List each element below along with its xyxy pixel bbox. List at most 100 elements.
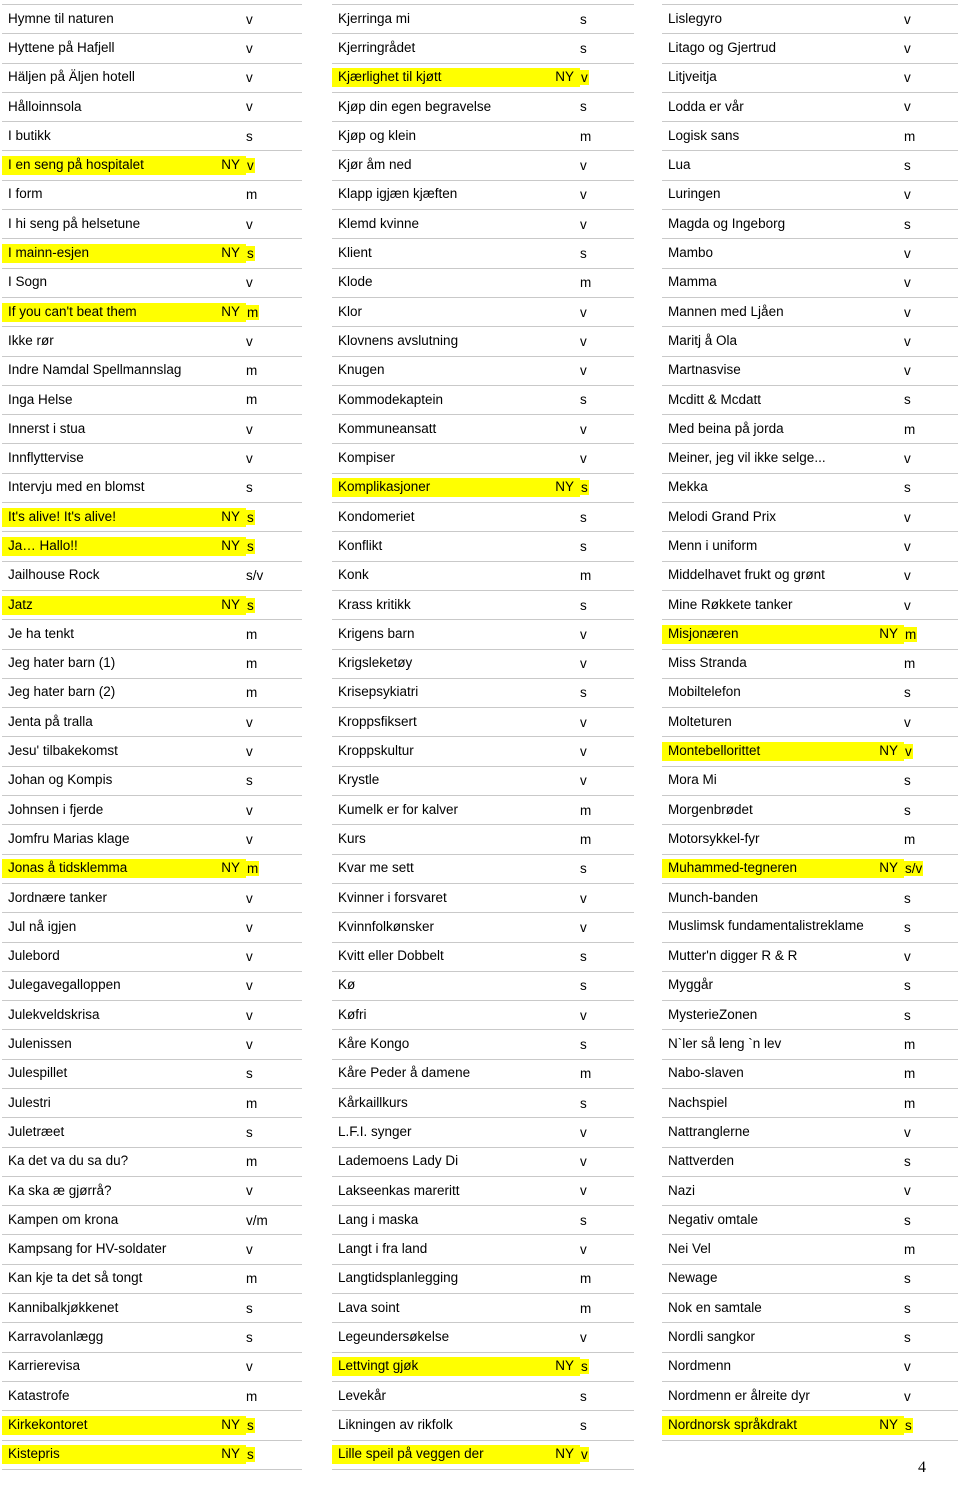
song-category-cell: s bbox=[904, 1146, 958, 1177]
song-title: Logisk sans bbox=[668, 127, 740, 143]
song-category: v bbox=[246, 451, 253, 467]
song-title-cell: Krigens barn bbox=[332, 619, 580, 650]
three-column-layout: Hymne til naturen v Hyttene på Hafjell v Häl… bbox=[0, 3, 960, 1470]
song-category: v bbox=[246, 919, 253, 935]
song-title-cell: Nattverden bbox=[662, 1146, 904, 1177]
new-marker: NY bbox=[879, 743, 898, 759]
song-title-inner: Julespillet bbox=[2, 1064, 246, 1083]
new-marker: NY bbox=[221, 245, 240, 261]
song-category: s bbox=[246, 1447, 255, 1463]
song-title-cell: L.F.I. synger bbox=[332, 1117, 580, 1148]
song-title-inner: Magda og Ingeborg bbox=[662, 215, 904, 234]
song-category-cell: m bbox=[246, 179, 302, 211]
song-title: Kjerringrådet bbox=[338, 39, 416, 55]
song-row: Lava soint m bbox=[332, 1293, 634, 1324]
song-title-cell: Kondomeriet bbox=[332, 502, 580, 533]
song-title: Krystle bbox=[338, 772, 380, 788]
song-category: v bbox=[246, 1359, 253, 1375]
song-title-inner: Innflyttervise bbox=[2, 449, 246, 468]
song-category: v bbox=[246, 216, 253, 232]
song-category-cell: v bbox=[904, 267, 958, 298]
song-category: v bbox=[580, 1124, 587, 1140]
song-category: v bbox=[904, 744, 913, 760]
song-title-cell: Indre Namdal Spellmannslag bbox=[2, 355, 246, 386]
song-title: Jeg hater barn (2) bbox=[8, 684, 116, 700]
song-title-inner: Klode bbox=[332, 273, 580, 292]
song-category-cell: m bbox=[580, 824, 634, 855]
song-row: Jatz NY s bbox=[2, 589, 302, 621]
song-category: v bbox=[904, 1183, 911, 1199]
song-title-inner: I Sogn bbox=[2, 273, 246, 292]
song-title-inner: N`ler så leng `n lev bbox=[662, 1035, 904, 1054]
song-category: s bbox=[904, 1007, 911, 1023]
song-title-cell: I Sogn bbox=[2, 267, 246, 298]
song-category-cell: v bbox=[246, 1029, 302, 1060]
song-category-cell: v bbox=[580, 1117, 634, 1148]
song-category: m bbox=[580, 568, 592, 584]
song-category-cell: v bbox=[580, 1439, 634, 1470]
song-category: m bbox=[246, 861, 260, 877]
song-title: Kjøp og klein bbox=[338, 127, 417, 143]
song-title-cell: Litjveitja bbox=[662, 62, 904, 93]
song-title: Mcditt & Mcdatt bbox=[668, 391, 762, 407]
song-title: Intervju med en blomst bbox=[8, 479, 145, 495]
song-category-cell: s bbox=[580, 1351, 634, 1382]
song-title-cell: Levekår bbox=[332, 1380, 580, 1412]
song-row: Kan kje ta det så tongt m bbox=[2, 1263, 302, 1295]
song-row: Kø s bbox=[332, 970, 634, 1002]
song-title-cell: Kannibalkjøkkenet bbox=[2, 1293, 246, 1324]
song-title-cell: Kommuneansatt bbox=[332, 414, 580, 445]
song-title: Maritj å Ola bbox=[668, 332, 738, 348]
song-row: Jul nå igjen v bbox=[2, 912, 302, 943]
song-category-cell: v bbox=[246, 209, 302, 240]
song-category-cell: v bbox=[580, 707, 634, 738]
song-title-cell: Langtidsplanlegging bbox=[332, 1263, 580, 1295]
song-title: Julestri bbox=[8, 1094, 51, 1110]
song-title-inner: Lakseenkas mareritt bbox=[332, 1182, 580, 1201]
song-title-inner: Hymne til naturen bbox=[2, 10, 246, 29]
song-title-inner: Kvinnfolkønsker bbox=[332, 918, 580, 937]
song-title-cell: Nordmenn bbox=[662, 1351, 904, 1382]
song-title-inner: Lademoens Lady Di bbox=[332, 1152, 580, 1171]
song-category-cell: m bbox=[904, 121, 958, 152]
song-row: Nei Vel m bbox=[662, 1234, 958, 1265]
song-title-cell: Nordli sangkor bbox=[662, 1322, 904, 1353]
song-title-inner: I form bbox=[2, 185, 246, 204]
song-category-cell: v bbox=[580, 209, 634, 240]
song-title-cell: Krass kritikk bbox=[332, 589, 580, 621]
song-category-cell: s bbox=[904, 209, 958, 240]
song-title-inner: Komplikasjoner NY bbox=[332, 478, 580, 498]
song-title-inner: Lua bbox=[662, 156, 904, 175]
song-title: Klovnens avslutning bbox=[338, 332, 459, 348]
song-title-cell: Nordmenn er ålreite dyr bbox=[662, 1380, 904, 1412]
song-category-cell: s bbox=[580, 1087, 634, 1119]
song-category-cell: v bbox=[904, 91, 958, 123]
song-row: Mamma v bbox=[662, 267, 958, 298]
song-title: Kjerringa mi bbox=[338, 10, 411, 26]
song-category-cell: s bbox=[580, 941, 634, 972]
song-category: s bbox=[580, 978, 587, 994]
song-row: Julenissen v bbox=[2, 1029, 302, 1060]
song-title: Nordli sangkor bbox=[668, 1329, 756, 1344]
song-row: Lademoens Lady Di v bbox=[332, 1146, 634, 1177]
song-title-inner: Kvitt eller Dobbelt bbox=[332, 947, 580, 966]
song-row: Mutter'n digger R & R v bbox=[662, 941, 958, 972]
song-title: Nabo-slaven bbox=[668, 1065, 744, 1081]
song-title-cell: Legeundersøkelse bbox=[332, 1322, 580, 1353]
song-title: Misjonæren bbox=[668, 625, 739, 641]
song-category-cell: v bbox=[904, 238, 958, 269]
song-category: s bbox=[580, 861, 587, 877]
song-title-cell: Mora Mi bbox=[662, 765, 904, 797]
song-category-cell: s bbox=[904, 1205, 958, 1236]
song-title: Kåre Kongo bbox=[338, 1036, 410, 1052]
song-category-cell: v bbox=[246, 91, 302, 123]
song-category-cell: s bbox=[580, 1410, 634, 1441]
song-category: m bbox=[580, 831, 592, 847]
song-row: Jeg hater barn (2) m bbox=[2, 677, 302, 709]
song-title-cell: Molteturen bbox=[662, 707, 904, 738]
song-category-cell: s bbox=[580, 3, 634, 35]
song-category-cell: s bbox=[580, 970, 634, 1002]
song-title: Magda og Ingeborg bbox=[668, 215, 786, 231]
song-title: Langt i fra land bbox=[338, 1241, 428, 1257]
song-category: m bbox=[246, 656, 258, 672]
